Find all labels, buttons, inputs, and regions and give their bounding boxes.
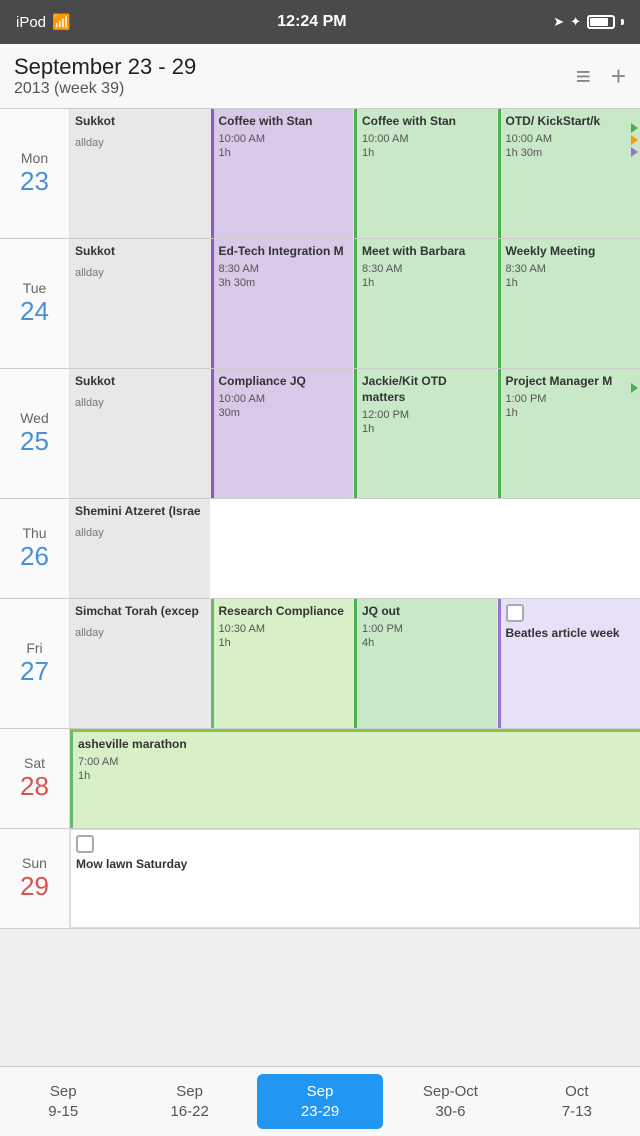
event-beatles-article[interactable]: Beatles article week bbox=[498, 599, 640, 728]
nav-sep-23-29[interactable]: Sep 23-29 bbox=[257, 1074, 383, 1129]
calendar-grid: Mon 23 Sukkot allday Coffee with Stan 10… bbox=[0, 109, 640, 1065]
day-num-fri: 27 bbox=[20, 656, 49, 687]
header-buttons: ≡ + bbox=[576, 61, 626, 92]
event-simchat[interactable]: Simchat Torah (excep allday bbox=[70, 599, 211, 728]
day-num-sun: 29 bbox=[20, 871, 49, 902]
day-label-fri: Fri 27 bbox=[0, 599, 70, 728]
events-fri: Simchat Torah (excep allday Research Com… bbox=[70, 599, 640, 728]
event-mow-lawn[interactable]: Mow lawn Saturday bbox=[70, 829, 640, 928]
status-right: ➤ ✦ bbox=[553, 14, 624, 30]
header: September 23 - 29 2013 (week 39) ≡ + bbox=[0, 44, 640, 109]
day-name-wed: Wed bbox=[20, 410, 49, 426]
day-num-wed: 25 bbox=[20, 426, 49, 457]
event-coffee-stan-1[interactable]: Coffee with Stan 10:00 AM 1h bbox=[211, 109, 355, 238]
beatles-checkbox[interactable] bbox=[506, 604, 524, 622]
event-weekly-meeting[interactable]: Weekly Meeting 8:30 AM 1h bbox=[498, 239, 640, 368]
event-sukkot-mon[interactable]: Sukkot allday bbox=[70, 109, 211, 238]
nav-sep-16-22[interactable]: Sep 16-22 bbox=[126, 1074, 252, 1129]
event-project-manager[interactable]: Project Manager M 1:00 PM 1h bbox=[498, 369, 640, 498]
day-name-fri: Fri bbox=[26, 640, 42, 656]
day-row-thu: Thu 26 Shemini Atzeret (Israe allday bbox=[0, 499, 640, 599]
event-marathon[interactable]: asheville marathon 7:00 AM 1h bbox=[70, 729, 640, 828]
day-name-mon: Mon bbox=[21, 150, 48, 166]
time-display: 12:24 PM bbox=[277, 13, 346, 31]
battery-icon bbox=[587, 15, 615, 29]
thu-empty bbox=[210, 499, 640, 598]
day-name-sat: Sat bbox=[24, 755, 45, 771]
week-subtitle: 2013 (week 39) bbox=[14, 80, 196, 98]
day-num-thu: 26 bbox=[20, 541, 49, 572]
event-shemini[interactable]: Shemini Atzeret (Israe allday bbox=[70, 499, 210, 598]
event-sukkot-tue[interactable]: Sukkot allday bbox=[70, 239, 211, 368]
event-research-compliance[interactable]: Research Compliance 10:30 AM 1h bbox=[211, 599, 355, 728]
day-row-sat: Sat 28 asheville marathon 7:00 AM 1h bbox=[0, 729, 640, 829]
event-compliance-jq[interactable]: Compliance JQ 10:00 AM 30m bbox=[211, 369, 355, 498]
day-num-mon: 23 bbox=[20, 166, 49, 197]
day-label-tue: Tue 24 bbox=[0, 239, 70, 368]
mow-lawn-checkbox[interactable] bbox=[76, 835, 94, 853]
event-meet-barbara[interactable]: Meet with Barbara 8:30 AM 1h bbox=[354, 239, 498, 368]
day-name-thu: Thu bbox=[22, 525, 46, 541]
status-left: iPod 📶 bbox=[16, 13, 71, 31]
events-sat: asheville marathon 7:00 AM 1h bbox=[70, 729, 640, 828]
nav-sep-9-15[interactable]: Sep 9-15 bbox=[0, 1074, 126, 1129]
events-wed: Sukkot allday Compliance JQ 10:00 AM 30m… bbox=[70, 369, 640, 498]
week-title: September 23 - 29 bbox=[14, 54, 196, 80]
wifi-icon: 📶 bbox=[52, 13, 71, 31]
day-label-thu: Thu 26 bbox=[0, 499, 70, 598]
menu-button[interactable]: ≡ bbox=[576, 61, 591, 92]
day-row-mon: Mon 23 Sukkot allday Coffee with Stan 10… bbox=[0, 109, 640, 239]
bluetooth-icon: ✦ bbox=[570, 14, 581, 30]
day-row-tue: Tue 24 Sukkot allday Ed-Tech Integration… bbox=[0, 239, 640, 369]
day-row-fri: Fri 27 Simchat Torah (excep allday Resea… bbox=[0, 599, 640, 729]
header-title-block: September 23 - 29 2013 (week 39) bbox=[14, 54, 196, 98]
day-row-wed: Wed 25 Sukkot allday Compliance JQ 10:00… bbox=[0, 369, 640, 499]
nav-oct-7-13[interactable]: Oct 7-13 bbox=[514, 1074, 640, 1129]
event-edtech[interactable]: Ed-Tech Integration M 8:30 AM 3h 30m bbox=[211, 239, 355, 368]
add-button[interactable]: + bbox=[611, 61, 626, 92]
events-thu: Shemini Atzeret (Israe allday bbox=[70, 499, 640, 598]
day-row-sun: Sun 29 Mow lawn Saturday bbox=[0, 829, 640, 929]
event-sukkot-wed[interactable]: Sukkot allday bbox=[70, 369, 211, 498]
day-num-sat: 28 bbox=[20, 771, 49, 802]
day-num-tue: 24 bbox=[20, 296, 49, 327]
events-tue: Sukkot allday Ed-Tech Integration M 8:30… bbox=[70, 239, 640, 368]
location-icon: ➤ bbox=[553, 14, 564, 30]
carrier-label: iPod bbox=[16, 14, 46, 31]
events-sun: Mow lawn Saturday bbox=[70, 829, 640, 928]
events-mon: Sukkot allday Coffee with Stan 10:00 AM … bbox=[70, 109, 640, 238]
event-otd-kickstart[interactable]: OTD/ KickStart/k 10:00 AM 1h 30m bbox=[498, 109, 640, 238]
day-label-sat: Sat 28 bbox=[0, 729, 70, 828]
nav-sep-oct-30-6[interactable]: Sep-Oct 30-6 bbox=[387, 1074, 513, 1129]
day-label-wed: Wed 25 bbox=[0, 369, 70, 498]
status-bar: iPod 📶 12:24 PM ➤ ✦ bbox=[0, 0, 640, 44]
event-coffee-stan-2[interactable]: Coffee with Stan 10:00 AM 1h bbox=[354, 109, 498, 238]
day-label-mon: Mon 23 bbox=[0, 109, 70, 238]
day-name-sun: Sun bbox=[22, 855, 47, 871]
day-name-tue: Tue bbox=[23, 280, 47, 296]
day-label-sun: Sun 29 bbox=[0, 829, 70, 928]
bottom-nav: Sep 9-15 Sep 16-22 Sep 23-29 Sep-Oct 30-… bbox=[0, 1066, 640, 1136]
battery-tip bbox=[621, 19, 624, 25]
event-jackie-kit[interactable]: Jackie/Kit OTD matters 12:00 PM 1h bbox=[354, 369, 498, 498]
event-jq-out[interactable]: JQ out 1:00 PM 4h bbox=[354, 599, 498, 728]
